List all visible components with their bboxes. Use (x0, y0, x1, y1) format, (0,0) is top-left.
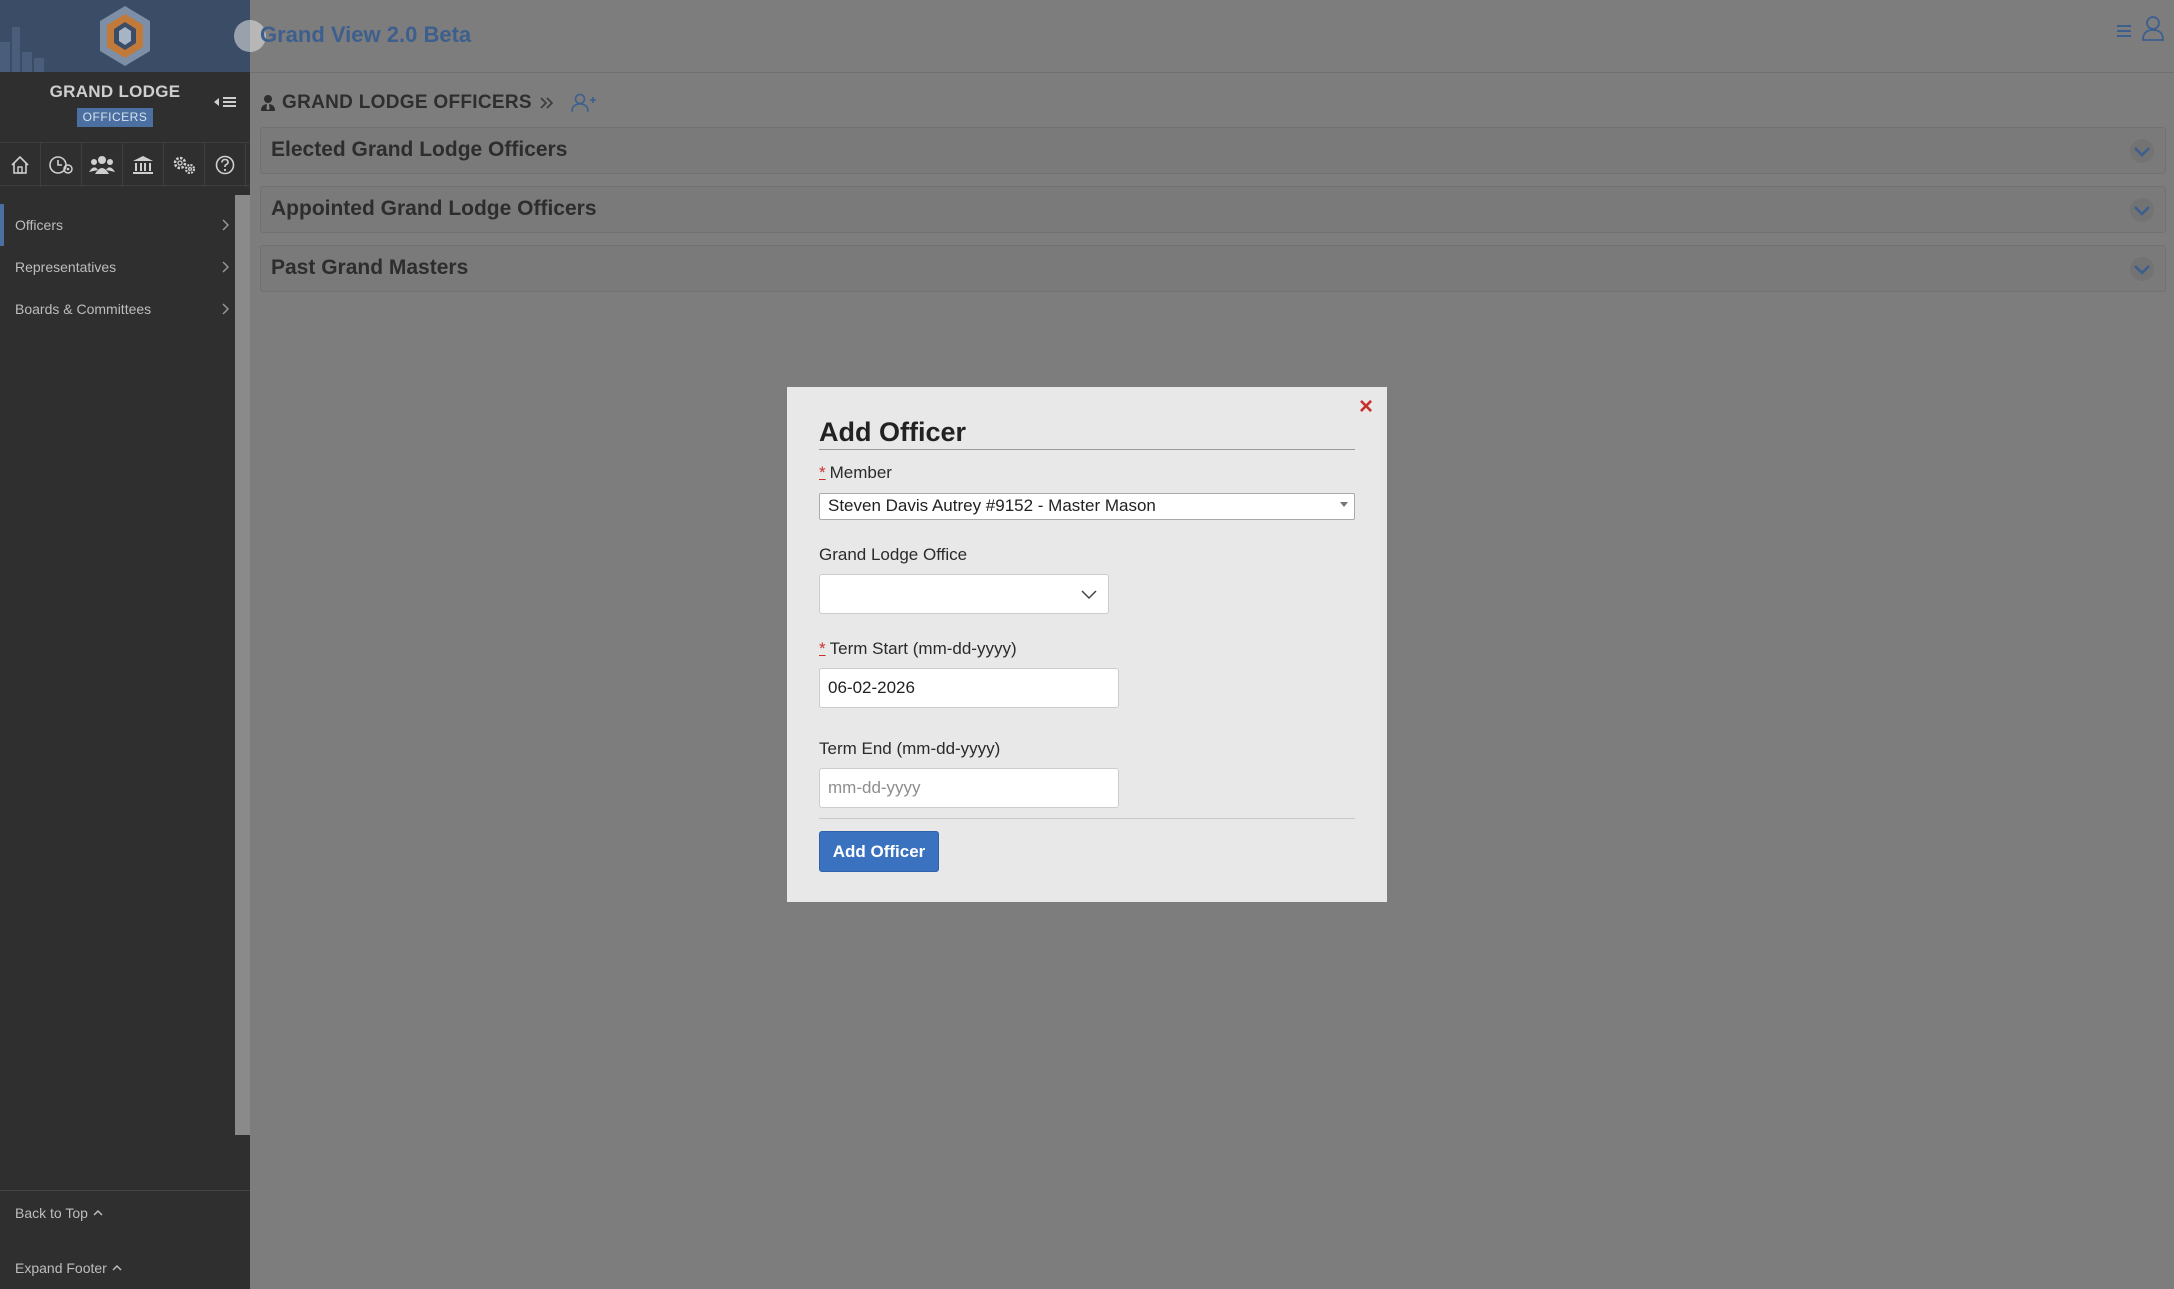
term-start-label: * Term Start (mm-dd-yyyy) (819, 639, 1017, 659)
decor-bar (22, 52, 32, 72)
expand-footer-link[interactable]: Expand Footer (15, 1260, 123, 1276)
user-account-icon[interactable] (2140, 14, 2166, 48)
breadcrumb: GRAND LODGE OFFICERS (260, 90, 598, 116)
nav-lodge-settings-button[interactable] (41, 143, 82, 187)
hamburger-menu-icon[interactable] (2114, 14, 2134, 48)
nav-home-button[interactable] (0, 143, 41, 187)
chevron-down-icon[interactable] (2129, 138, 2155, 164)
chevron-right-icon (222, 261, 229, 273)
member-label-text: Member (829, 463, 892, 482)
panel-title: Past Grand Masters (271, 256, 469, 279)
logo-icon (100, 6, 150, 66)
add-officer-modal: × Add Officer * Member Steven Davis Autre… (787, 387, 1387, 902)
decor-bar (0, 42, 10, 72)
office-label: Grand Lodge Office (819, 545, 968, 564)
panel-title: Appointed Grand Lodge Officers (271, 197, 597, 220)
logo-band (0, 0, 250, 72)
member-select[interactable]: Steven Davis Autrey #9152 - Master Mason (819, 493, 1355, 520)
members-icon (89, 156, 115, 174)
modal-title-divider (819, 449, 1355, 450)
settings-gears-icon (173, 156, 196, 175)
term-start-label-text: Term Start (mm-dd-yyyy) (829, 639, 1017, 658)
chevron-down-icon[interactable] (2129, 197, 2155, 223)
sidebar-collapse-button[interactable] (212, 92, 242, 112)
brand-badge: OFFICERS (77, 108, 153, 127)
chevron-right-icon (222, 219, 229, 231)
sidebar-nav: Officers Representatives Boards & Commit… (0, 204, 235, 330)
sidebar-icon-bar (0, 142, 250, 187)
sidebar-item-label: Representatives (15, 259, 117, 275)
chevron-up-icon (112, 1264, 122, 1271)
app-title: Grand View 2.0 Beta (260, 22, 472, 47)
sidebar-item-officers[interactable]: Officers (0, 204, 235, 246)
chevron-down-icon[interactable] (2129, 256, 2155, 282)
sidebar-item-label: Boards & Committees (15, 301, 152, 317)
user-tie-icon (261, 95, 275, 111)
decor-bar (34, 58, 44, 72)
sidebar-item-label: Officers (15, 217, 63, 233)
nav-members-button[interactable] (82, 143, 123, 187)
panel-title: Elected Grand Lodge Officers (271, 138, 568, 161)
back-to-top-label: Back to Top (15, 1205, 88, 1221)
nav-settings-button[interactable] (164, 143, 205, 187)
member-label: * Member (819, 463, 892, 483)
term-end-input[interactable] (819, 768, 1119, 808)
institution-icon (133, 156, 153, 174)
lodge-settings-icon (49, 156, 73, 174)
collapse-menu-icon (214, 97, 236, 107)
modal-footer-divider (819, 818, 1355, 819)
back-to-top-link[interactable]: Back to Top (15, 1205, 104, 1221)
top-bar: Grand View 2.0 Beta (234, 0, 2174, 73)
chevron-right-icon (222, 303, 229, 315)
member-selected-value: Steven Davis Autrey #9152 - Master Mason (828, 496, 1156, 515)
caret-down-icon (1340, 502, 1348, 507)
sidebar-item-representatives[interactable]: Representatives (0, 246, 235, 288)
panel-appointed-officers[interactable]: Appointed Grand Lodge Officers (260, 186, 2166, 233)
modal-title: Add Officer (819, 417, 967, 447)
sidebar-divider (0, 1190, 250, 1191)
required-marker: * (819, 463, 826, 482)
required-marker: * (819, 639, 826, 658)
add-officer-button[interactable]: Add Officer (819, 831, 939, 872)
help-icon (215, 155, 235, 175)
topbar-actions (2114, 14, 2166, 48)
sidebar-scrollbar[interactable] (235, 195, 250, 1135)
term-start-input[interactable] (819, 668, 1119, 708)
panel-past-grand-masters[interactable]: Past Grand Masters (260, 245, 2166, 292)
nav-help-button[interactable] (205, 143, 246, 187)
brand-title: GRAND LODGE (49, 82, 181, 101)
chevron-up-icon (93, 1209, 103, 1216)
term-end-label: Term End (mm-dd-yyyy) (819, 739, 1001, 758)
sidebar-item-boards-committees[interactable]: Boards & Committees (0, 288, 235, 330)
double-chevron-right-icon (540, 97, 553, 109)
panel-elected-officers[interactable]: Elected Grand Lodge Officers (260, 127, 2166, 174)
decor-bar (12, 27, 20, 72)
breadcrumb-current: GRAND LODGE OFFICERS (282, 92, 532, 113)
home-icon (11, 155, 29, 174)
add-user-icon[interactable] (570, 92, 598, 114)
nav-institution-button[interactable] (123, 143, 164, 187)
close-icon[interactable]: × (1359, 395, 1373, 419)
expand-footer-label: Expand Footer (15, 1260, 107, 1276)
chevron-down-icon (1081, 590, 1097, 600)
sidebar: GRAND LODGE OFFICERS Officers Representa… (0, 0, 250, 1289)
grand-lodge-office-select[interactable] (819, 574, 1109, 614)
